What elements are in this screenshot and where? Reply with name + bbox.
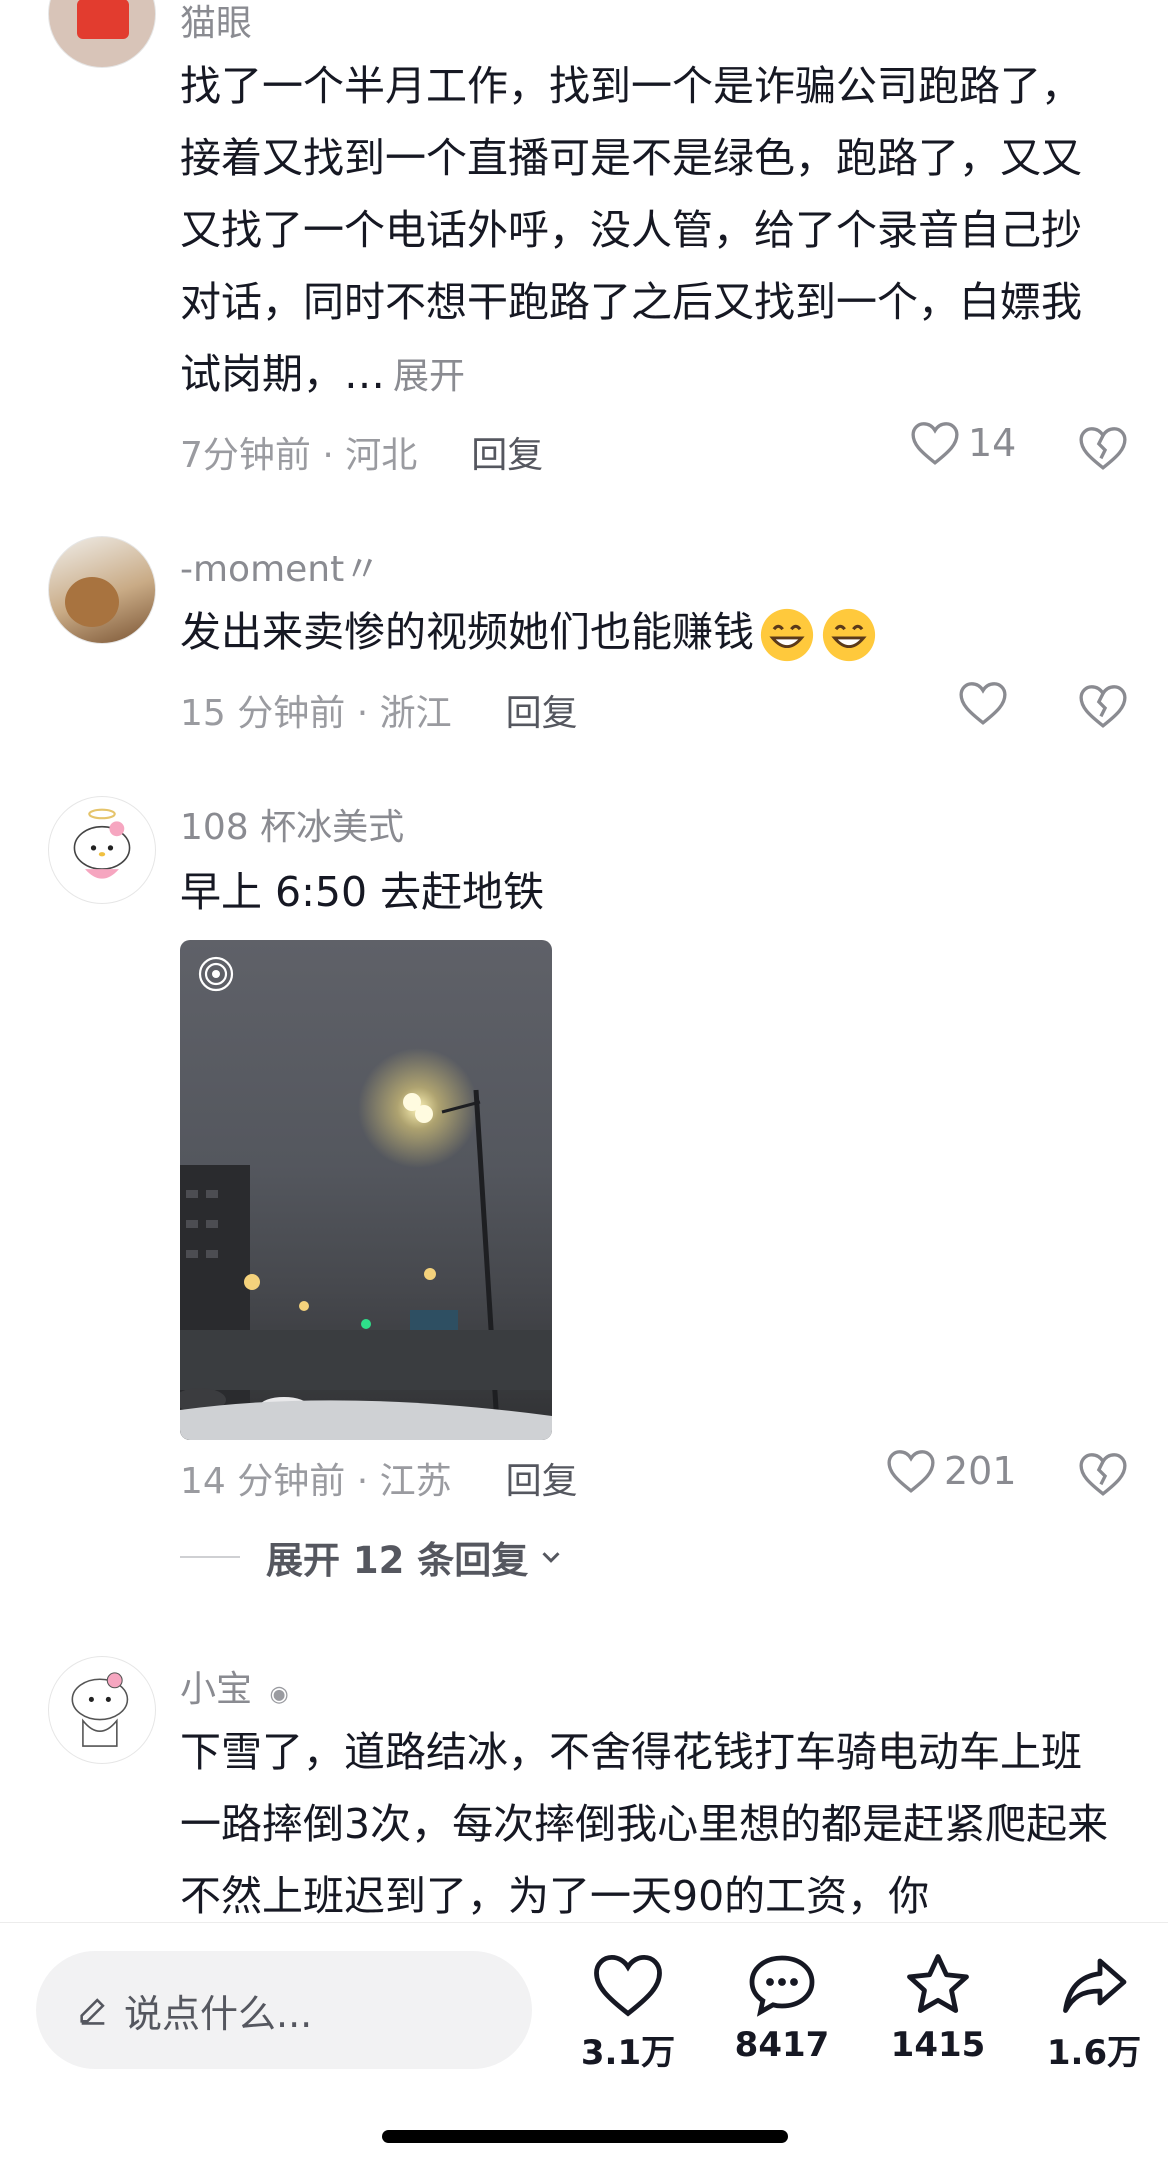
chevron-down-icon	[542, 1552, 560, 1563]
comment-username-text: 小宝	[180, 1669, 253, 1710]
comment-bubble-icon	[749, 1955, 815, 2017]
time-location: 14 分钟前 · 江苏	[180, 1461, 452, 1502]
reply-button[interactable]: 回复	[471, 435, 543, 476]
comment-text: 找了一个半月工作，找到一个是诈骗公司跑路了，接着又找到一个直播可是不是绿色，跑路…	[180, 50, 1110, 413]
like-button[interactable]: 14	[910, 420, 1016, 466]
time-location: 7分钟前 · 河北	[180, 435, 418, 476]
star-count: 1415	[890, 2025, 986, 2065]
grinning-emoji-icon	[760, 608, 814, 662]
share-action[interactable]: 1.6万	[1034, 1951, 1154, 2074]
expand-replies-button[interactable]: 展开 12 条回复	[180, 1530, 566, 1584]
avatar[interactable]	[48, 0, 156, 68]
star-outline-icon	[907, 1954, 969, 2013]
heart-outline-icon	[959, 682, 1007, 725]
comment-text-content: 找了一个半月工作，找到一个是诈骗公司跑路了，接着又找到一个直播可是不是绿色，跑路…	[180, 62, 1082, 398]
comment-username[interactable]: 小宝 ◉	[180, 1660, 289, 1712]
heart-outline-icon	[911, 422, 959, 465]
reply-button[interactable]: 回复	[506, 1461, 578, 1502]
badge-icon: ◉	[269, 1682, 289, 1707]
like-action[interactable]: 3.1万	[568, 1951, 688, 2074]
share-arrow-icon	[1063, 1958, 1127, 2013]
comment-count: 8417	[734, 2025, 830, 2065]
comment-input[interactable]: 说点什么...	[36, 1951, 532, 2069]
reply-button[interactable]: 回复	[506, 693, 578, 734]
broken-heart-icon[interactable]	[1078, 424, 1128, 472]
avatar[interactable]	[48, 796, 156, 904]
time-location: 15 分钟前 · 浙江	[180, 693, 452, 734]
like-count: 201	[944, 1449, 1017, 1493]
divider	[180, 1556, 240, 1558]
comment-meta: 14 分钟前 · 江苏 回复	[180, 1452, 578, 1504]
comment-username[interactable]: 猫眼	[180, 0, 252, 46]
comment-text-content: 发出来卖惨的视频她们也能赚钱	[180, 608, 754, 656]
broken-heart-icon[interactable]	[1078, 1450, 1128, 1498]
heart-outline-icon	[887, 1450, 935, 1493]
comment-username[interactable]: 108 杯冰美式	[180, 798, 404, 850]
comment-input-placeholder: 说点什么...	[124, 1991, 313, 2036]
comment-text: 早上 6:50 去赶地铁	[180, 856, 1110, 928]
pencil-icon	[80, 1998, 105, 2025]
comment-text-content: 下雪了，道路结冰，不舍得花钱打车骑电动车上班一路摔倒3次，每次摔倒我心里想的都是…	[180, 1728, 1109, 1920]
avatar[interactable]	[48, 536, 156, 644]
like-count: 14	[968, 421, 1017, 465]
like-count: 3.1万	[580, 2033, 676, 2073]
snow-night-street-image	[180, 956, 552, 1440]
comment-username[interactable]: -moment〃	[180, 540, 380, 592]
like-button[interactable]	[958, 680, 1008, 726]
grinning-emoji-icon	[822, 608, 876, 662]
hello-kitty-avatar-icon	[71, 1672, 129, 1747]
comment-action[interactable]: 8417	[722, 1951, 842, 2065]
comment-meta: 7分钟前 · 河北 回复	[180, 426, 543, 478]
expand-text-link[interactable]: 展开	[393, 356, 465, 397]
comment-text: 发出来卖惨的视频她们也能赚钱	[180, 596, 1110, 668]
heart-outline-icon	[594, 1954, 662, 2017]
like-button[interactable]: 201	[886, 1448, 1017, 1494]
avatar[interactable]	[48, 1656, 156, 1764]
share-count: 1.6万	[1046, 2033, 1142, 2073]
comment-photo[interactable]	[180, 940, 552, 1440]
star-action[interactable]: 1415	[878, 1951, 998, 2065]
home-indicator[interactable]	[382, 2130, 788, 2143]
comment-meta: 15 分钟前 · 浙江 回复	[180, 684, 578, 736]
expand-replies-label: 展开 12 条回复	[266, 1539, 529, 1582]
comment-text: 下雪了，道路结冰，不舍得花钱打车骑电动车上班一路摔倒3次，每次摔倒我心里想的都是…	[180, 1716, 1110, 1922]
hello-kitty-avatar-icon	[73, 808, 131, 879]
broken-heart-icon[interactable]	[1078, 682, 1128, 730]
comment-text-content: 早上 6:50 去赶地铁	[180, 868, 545, 916]
